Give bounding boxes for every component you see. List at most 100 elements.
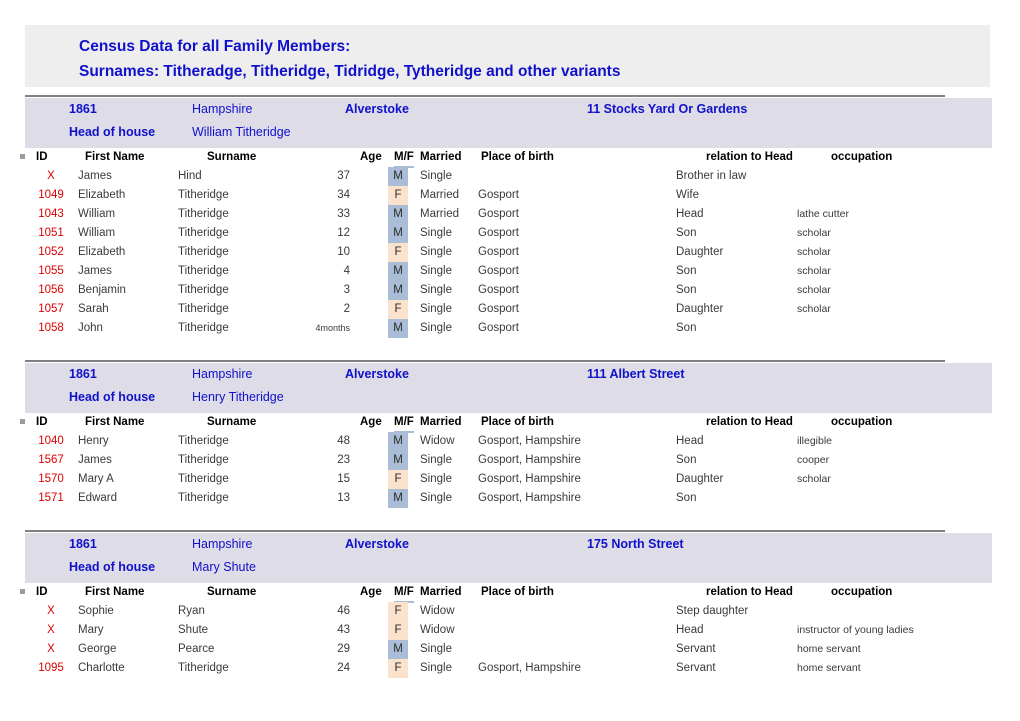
person-age: 4 [300, 262, 350, 281]
column-header-relation: relation to Head [706, 414, 793, 430]
person-age: 3 [300, 281, 350, 300]
person-sex: M [388, 205, 408, 224]
person-age: 46 [300, 602, 350, 621]
corner-marker-icon [20, 419, 25, 424]
person-place-of-birth: Gosport, Hampshire [478, 470, 581, 489]
person-place-of-birth: Gosport, Hampshire [478, 451, 581, 470]
person-relation-to-head: Daughter [676, 243, 723, 262]
person-sex: M [388, 432, 408, 451]
table-row: XGeorgePearce29MSingleServanthome servan… [0, 640, 1020, 659]
person-relation-to-head: Daughter [676, 470, 723, 489]
census-year: 1861 [69, 101, 97, 117]
person-relation-to-head: Servant [676, 640, 716, 659]
person-first-name: George [78, 640, 116, 659]
person-marital-status: Single [420, 659, 452, 678]
person-surname: Titheridge [178, 432, 229, 451]
person-sex: F [388, 659, 408, 678]
person-marital-status: Single [420, 300, 452, 319]
census-year: 1861 [69, 536, 97, 552]
person-marital-status: Single [420, 451, 452, 470]
person-id: 1056 [36, 281, 66, 300]
person-surname: Titheridge [178, 224, 229, 243]
person-first-name: John [78, 319, 103, 338]
table-row: 1058JohnTitheridge4monthsMSingleGosportS… [0, 319, 1020, 338]
person-age: 12 [300, 224, 350, 243]
person-marital-status: Widow [420, 432, 455, 451]
person-place-of-birth: Gosport [478, 300, 519, 319]
person-marital-status: Married [420, 186, 459, 205]
person-sex: M [388, 167, 408, 186]
person-rows: XSophieRyan46FWidowStep daughterXMaryShu… [0, 602, 1020, 678]
person-first-name: William [78, 224, 115, 243]
person-marital-status: Single [420, 224, 452, 243]
head-of-house-label: Head of house [69, 559, 155, 575]
person-occupation: scholar [797, 281, 831, 300]
person-marital-status: Single [420, 470, 452, 489]
person-relation-to-head: Son [676, 489, 696, 508]
person-sex: F [388, 243, 408, 262]
table-row: 1571EdwardTitheridge13MSingleGosport, Ha… [0, 489, 1020, 508]
person-surname: Titheridge [178, 470, 229, 489]
person-marital-status: Single [420, 281, 452, 300]
parish: Alverstoke [345, 101, 409, 117]
person-id: 1049 [36, 186, 66, 205]
column-header-place-of-birth: Place of birth [481, 584, 554, 600]
head-of-house-name: Henry Titheridge [192, 389, 284, 405]
person-surname: Titheridge [178, 281, 229, 300]
person-sex: M [388, 224, 408, 243]
person-surname: Titheridge [178, 319, 229, 338]
address: 11 Stocks Yard Or Gardens [587, 101, 747, 117]
person-age: 10 [300, 243, 350, 262]
table-row: 1095CharlotteTitheridge24FSingleGosport,… [0, 659, 1020, 678]
person-first-name: Sophie [78, 602, 114, 621]
column-header-mf: M/F [394, 414, 414, 433]
county: Hampshire [192, 366, 252, 382]
person-id: 1095 [36, 659, 66, 678]
person-relation-to-head: Step daughter [676, 602, 748, 621]
corner-marker-icon [20, 589, 25, 594]
head-of-house-label: Head of house [69, 124, 155, 140]
person-first-name: Charlotte [78, 659, 125, 678]
household-top-rule [25, 530, 945, 532]
person-age: 15 [300, 470, 350, 489]
person-sex: F [388, 602, 408, 621]
person-age: 48 [300, 432, 350, 451]
person-age: 29 [300, 640, 350, 659]
column-header-surname: Surname [207, 414, 256, 430]
person-marital-status: Widow [420, 602, 455, 621]
column-header-row: IDFirst NameSurnameAgeM/FMarriedPlace of… [0, 584, 1020, 602]
person-marital-status: Single [420, 167, 452, 186]
person-first-name: Edward [78, 489, 117, 508]
person-place-of-birth: Gosport [478, 186, 519, 205]
person-surname: Titheridge [178, 262, 229, 281]
person-surname: Titheridge [178, 489, 229, 508]
person-marital-status: Married [420, 205, 459, 224]
person-age: 24 [300, 659, 350, 678]
household-header-band: 1861HampshireAlverstoke175 North StreetH… [25, 533, 992, 583]
person-age: 37 [300, 167, 350, 186]
page-title-line-1: Census Data for all Family Members: [79, 25, 990, 56]
person-occupation: illegible [797, 432, 832, 451]
column-header-surname: Surname [207, 149, 256, 165]
person-occupation: instructor of young ladies [797, 621, 914, 640]
person-first-name: Henry [78, 432, 109, 451]
corner-marker-icon [20, 154, 25, 159]
person-first-name: Mary A [78, 470, 114, 489]
person-rows: 1040HenryTitheridge48MWidowGosport, Hamp… [0, 432, 1020, 508]
person-sex: F [388, 300, 408, 319]
head-of-house-name: William Titheridge [192, 124, 291, 140]
person-sex: M [388, 451, 408, 470]
person-first-name: Sarah [78, 300, 109, 319]
person-age: 34 [300, 186, 350, 205]
person-sex: F [388, 186, 408, 205]
person-surname: Titheridge [178, 300, 229, 319]
person-age: 43 [300, 621, 350, 640]
person-sex: M [388, 319, 408, 338]
column-header-row: IDFirst NameSurnameAgeM/FMarriedPlace of… [0, 414, 1020, 432]
column-header-mf: M/F [394, 149, 414, 168]
person-relation-to-head: Brother in law [676, 167, 746, 186]
person-surname: Ryan [178, 602, 205, 621]
person-sex: M [388, 489, 408, 508]
person-place-of-birth: Gosport, Hampshire [478, 489, 581, 508]
person-occupation: scholar [797, 224, 831, 243]
